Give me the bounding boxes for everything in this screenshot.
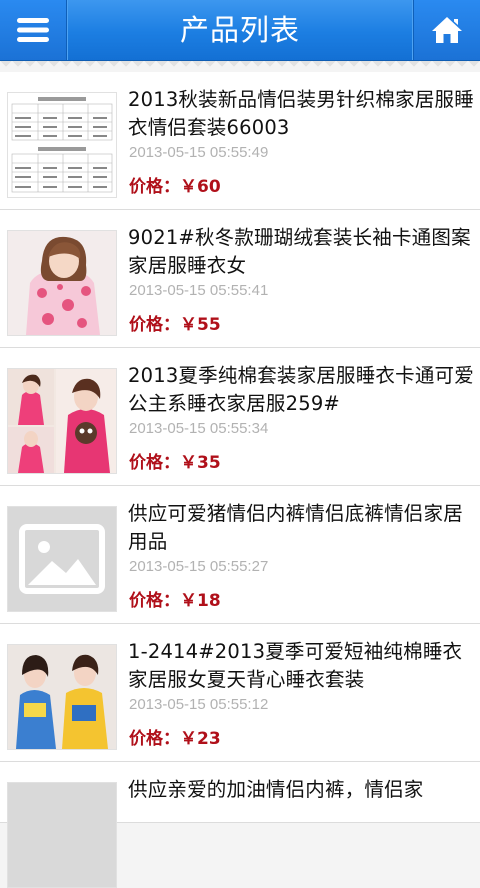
- home-button[interactable]: [413, 0, 480, 60]
- product-thumbnail-photo: [7, 644, 117, 750]
- product-price: 价格：￥23: [129, 729, 221, 749]
- product-item[interactable]: 供应亲爱的加油情侣内裤，情侣家: [0, 762, 480, 888]
- product-price: 价格：￥60: [129, 177, 221, 197]
- product-price: 价格：￥55: [129, 315, 221, 335]
- product-thumbnail-placeholder: [7, 782, 117, 888]
- home-icon: [432, 17, 462, 43]
- image-placeholder-icon: [8, 507, 116, 611]
- product-name[interactable]: 2013夏季纯棉套装家居服睡衣卡通可爱公主系睡衣家居服259#: [128, 362, 474, 418]
- product-name[interactable]: 2013秋装新品情侣装男针织棉家居服睡衣情侣套装66003: [128, 86, 474, 142]
- product-thumbnail-size-chart: [7, 92, 117, 198]
- product-thumbnail-photo: [7, 368, 117, 474]
- product-thumbnail-placeholder: [7, 506, 117, 612]
- product-price: 价格：￥35: [129, 453, 221, 473]
- product-thumbnail-photo: [7, 230, 117, 336]
- product-date: 2013-05-15 05:55:49: [129, 144, 269, 161]
- product-date: 2013-05-15 05:55:34: [129, 420, 269, 437]
- product-price: 价格：￥18: [129, 591, 221, 611]
- product-name[interactable]: 供应可爱猪情侣内裤情侣底裤情侣家居用品: [128, 500, 474, 556]
- product-name[interactable]: 9021#秋冬款珊瑚绒套装长袖卡通图案家居服睡衣女: [128, 224, 474, 280]
- product-list: 2013秋装新品情侣装男针织棉家居服睡衣情侣套装66003 2013-05-15…: [0, 72, 480, 888]
- product-item[interactable]: 9021#秋冬款珊瑚绒套装长袖卡通图案家居服睡衣女 2013-05-15 05:…: [0, 210, 480, 348]
- product-date: 2013-05-15 05:55:27: [129, 558, 269, 575]
- product-item[interactable]: 供应可爱猪情侣内裤情侣底裤情侣家居用品 2013-05-15 05:55:27 …: [0, 486, 480, 624]
- product-item[interactable]: 2013秋装新品情侣装男针织棉家居服睡衣情侣套装66003 2013-05-15…: [0, 72, 480, 210]
- product-date: 2013-05-15 05:55:41: [129, 282, 269, 299]
- page-title: 产品列表: [179, 13, 300, 47]
- product-item[interactable]: 1-2414#2013夏季可爱短袖纯棉睡衣家居服女夏天背心睡衣套装 2013-0…: [0, 624, 480, 762]
- product-item[interactable]: 2013夏季纯棉套装家居服睡衣卡通可爱公主系睡衣家居服259# 2013-05-…: [0, 348, 480, 486]
- app-header: 产品列表: [0, 0, 480, 61]
- product-name[interactable]: 1-2414#2013夏季可爱短袖纯棉睡衣家居服女夏天背心睡衣套装: [128, 638, 474, 694]
- product-date: 2013-05-15 05:55:12: [129, 696, 269, 713]
